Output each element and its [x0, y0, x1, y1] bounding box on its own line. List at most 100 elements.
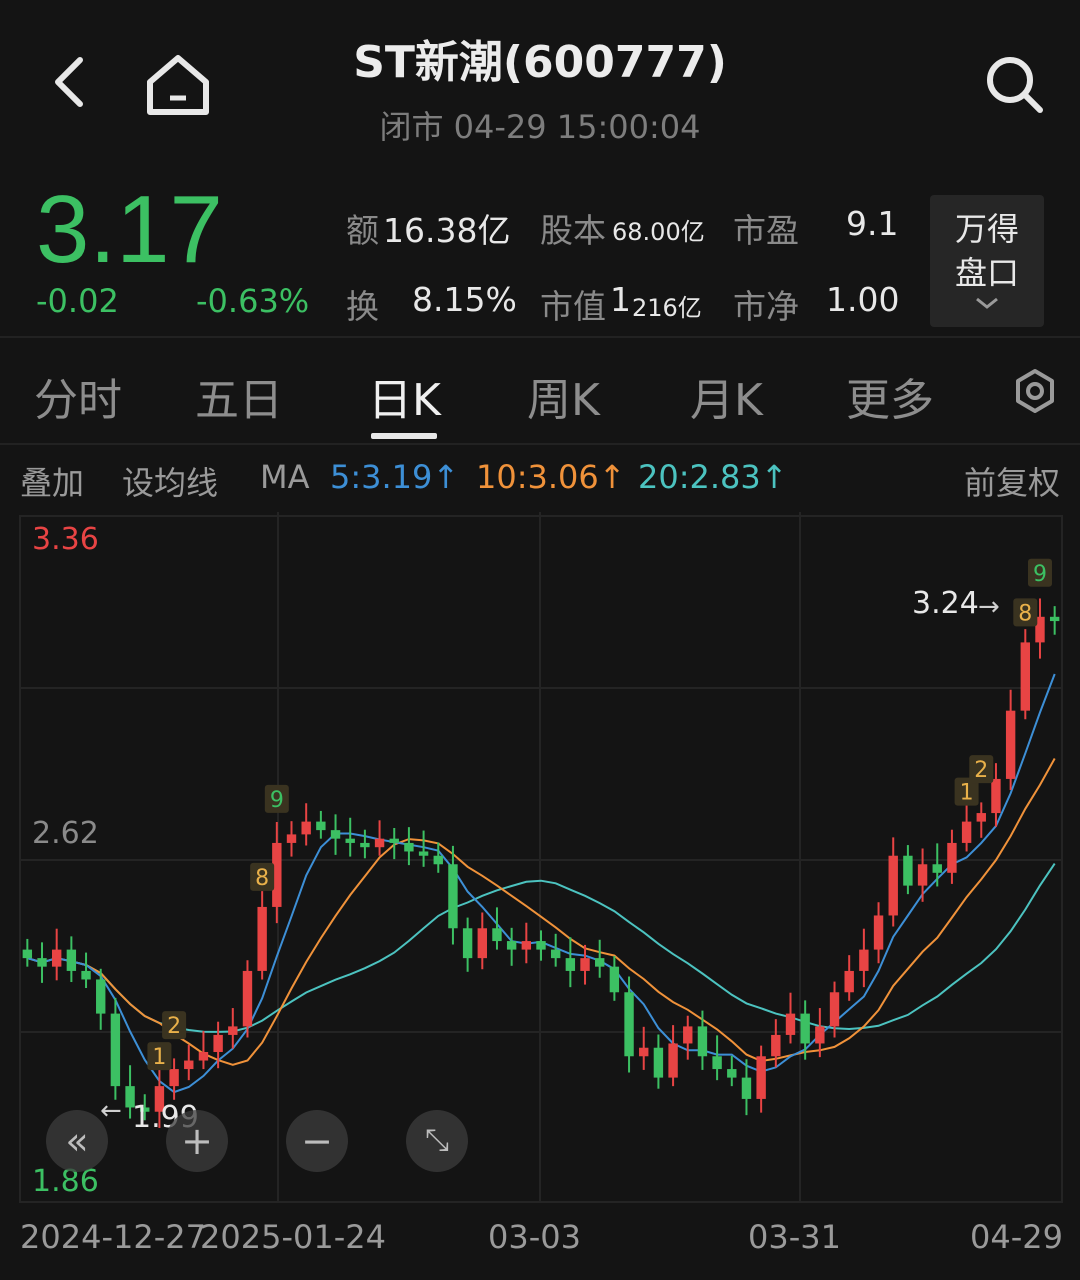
candle-body: [301, 821, 311, 835]
tab-five-day[interactable]: 五日: [195, 364, 283, 428]
shares-value: 68.00亿: [612, 218, 705, 246]
candle-body: [492, 928, 502, 942]
chart-settings-button[interactable]: [1012, 368, 1058, 414]
y-axis-max-label: 3.36: [32, 522, 99, 557]
candle-body: [448, 864, 458, 929]
candle-body: [829, 992, 840, 1027]
candle-body: [859, 949, 869, 971]
price-change-pct: -0.63%: [196, 282, 310, 320]
x-axis-label: 2024-12-27: [20, 1218, 206, 1256]
last-price: 3.17: [36, 176, 223, 283]
market-status: 闭市 04-29 15:00:04: [379, 108, 701, 146]
candle-body: [697, 1026, 708, 1057]
max-arrow: →: [978, 592, 1000, 622]
candle-body: [580, 958, 590, 971]
chevron-down-icon: [976, 297, 998, 309]
candle-body: [330, 830, 341, 839]
ma20-value: 20:2.83↑: [638, 458, 788, 496]
zoom-out-button[interactable]: −: [286, 1110, 348, 1172]
candle-body: [844, 970, 854, 993]
candle-body: [932, 864, 942, 873]
signal-label: 1: [960, 781, 974, 806]
x-axis-label: 04-29: [970, 1218, 1063, 1256]
adjust-mode-button[interactable]: 前复权: [964, 458, 1060, 504]
candle-body: [433, 855, 443, 865]
candle-body: [345, 838, 355, 843]
search-button[interactable]: [982, 52, 1046, 116]
candle-body: [991, 778, 1001, 814]
x-axis-label: 03-31: [748, 1218, 841, 1256]
candle-body: [1005, 710, 1016, 779]
candle-body: [228, 1026, 238, 1035]
candle-body: [624, 992, 634, 1057]
pb-value: 1.00: [826, 280, 900, 319]
candle-body: [595, 958, 605, 967]
amount-label: 额: [346, 211, 379, 250]
gear-icon: [1016, 369, 1054, 413]
signal-label: 9: [1033, 562, 1047, 587]
candle-body: [903, 855, 913, 886]
signal-label: 8: [255, 866, 269, 891]
signal-label: 9: [270, 788, 284, 813]
tab-daily-k[interactable]: 日K: [368, 364, 441, 428]
candle-body: [609, 966, 620, 993]
price-change: -0.02: [36, 282, 119, 320]
tab-weekly-k[interactable]: 周K: [527, 364, 600, 428]
candle-body: [521, 941, 532, 950]
ma5-value: 5:3.19↑: [330, 458, 460, 496]
shares-label: 股本: [540, 211, 606, 250]
set-ma-button[interactable]: 设均线: [122, 458, 218, 504]
signal-markers: 1289 1289: [147, 558, 1052, 1071]
max-price-marker: 3.24: [912, 586, 979, 621]
candle-body: [360, 842, 370, 848]
ma-label: MA: [260, 458, 310, 496]
candle-body: [242, 970, 253, 1027]
candle-body: [374, 838, 385, 848]
wind-orderbook-button[interactable]: 万得 盘口: [930, 195, 1044, 327]
overlay-button[interactable]: 叠加: [20, 458, 84, 504]
tab-monthly-k[interactable]: 月K: [690, 364, 763, 428]
mcap-value: 216亿: [632, 294, 702, 322]
zoom-in-button[interactable]: +: [166, 1110, 228, 1172]
tab-more[interactable]: 更多: [846, 364, 934, 428]
candle-body: [800, 1013, 810, 1044]
candle-body: [404, 842, 414, 852]
candle-body: [81, 970, 91, 980]
turnover-value: 8.15%: [412, 280, 517, 319]
page-title: ST新潮(600777): [353, 37, 727, 88]
wind-button-line1: 万得: [954, 210, 1019, 248]
y-axis-mid-label: 2.62: [32, 816, 99, 851]
pe-label: 市盈: [733, 211, 799, 250]
candle-body: [785, 1013, 796, 1035]
amount-value: 16.38亿: [383, 211, 511, 250]
candle-body: [756, 1056, 766, 1099]
fullscreen-button[interactable]: ⤡: [406, 1110, 468, 1172]
signal-label: 2: [974, 758, 988, 783]
mcap-value-lead: 1: [610, 280, 631, 319]
pe-value: 9.1: [846, 204, 899, 243]
candle-body: [917, 864, 928, 886]
candle-body: [873, 915, 884, 950]
candle-body: [462, 928, 473, 959]
x-axis-label: 2025-01-24: [200, 1218, 386, 1256]
candle-body: [66, 949, 77, 971]
candle-body: [169, 1069, 179, 1087]
candle-body: [96, 979, 106, 1014]
divider: [0, 443, 1080, 445]
candle-body: [184, 1060, 194, 1070]
candle-body: [712, 1056, 722, 1070]
x-axis-label: 03-03: [488, 1218, 581, 1256]
candle-body: [741, 1077, 752, 1099]
mcap-label: 市值: [540, 287, 606, 326]
candle-body: [565, 958, 576, 971]
candle-body: [1020, 642, 1031, 711]
candle-body: [947, 842, 957, 873]
candle-body: [961, 821, 972, 843]
signal-label: 1: [152, 1045, 166, 1070]
tab-intraday[interactable]: 分时: [34, 364, 122, 428]
search-icon: [987, 57, 1043, 113]
candle-body: [198, 1052, 209, 1061]
scroll-left-button[interactable]: «: [46, 1110, 108, 1172]
candle-body: [653, 1047, 664, 1078]
candle-body: [727, 1069, 737, 1078]
